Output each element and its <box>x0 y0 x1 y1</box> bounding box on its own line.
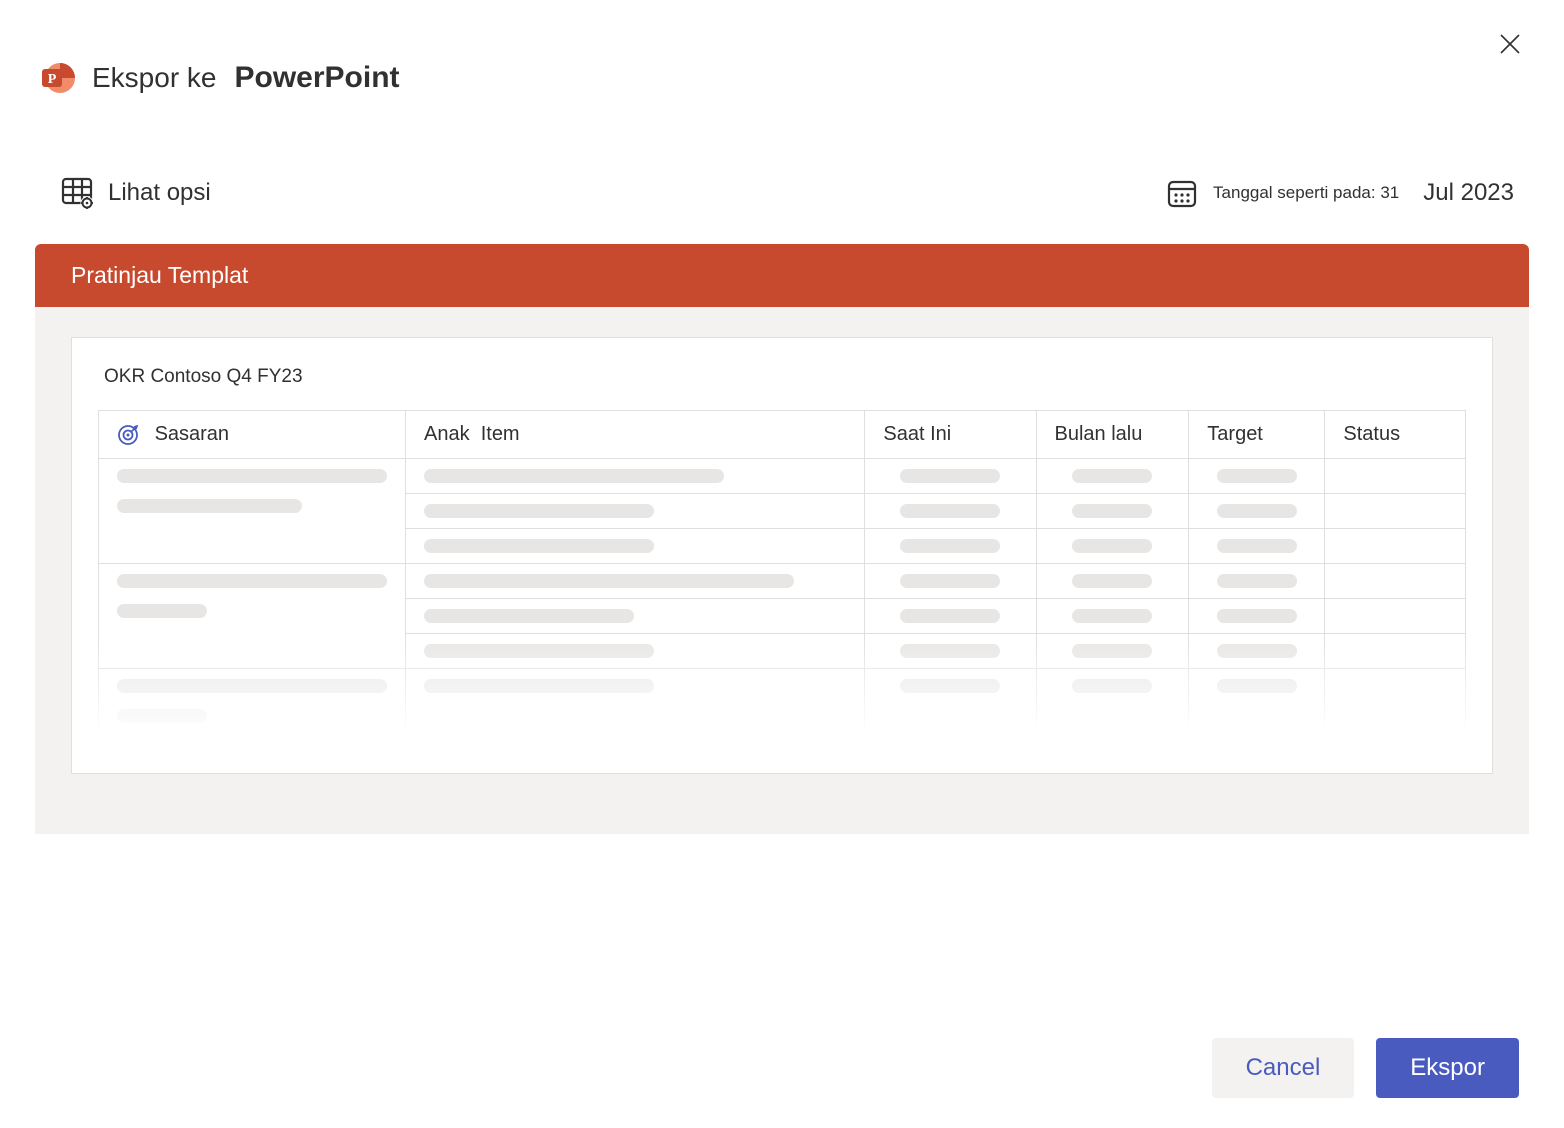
slide-preview: OKR Contoso Q4 FY23 Sasaran <box>71 337 1493 774</box>
view-options-label: Lihat opsi <box>108 179 211 207</box>
svg-text:P: P <box>48 72 57 87</box>
okr-table: Sasaran Anak Item Saat Ini Bulan lalu Ta… <box>98 410 1466 733</box>
table-row <box>99 459 1466 494</box>
date-prefix-text: Tanggal seperti pada: 31 <box>1213 183 1399 203</box>
table-header-row: Sasaran Anak Item Saat Ini Bulan lalu Ta… <box>99 411 1466 459</box>
calendar-icon <box>1165 176 1199 210</box>
col-header-status: Status <box>1325 411 1466 459</box>
powerpoint-icon: P <box>40 60 76 96</box>
col-header-target: Target <box>1189 411 1325 459</box>
preview-header: Pratinjau Templat <box>35 244 1529 307</box>
col-header-last-month: Bulan lalu <box>1036 411 1189 459</box>
col-header-current: Saat Ini <box>865 411 1036 459</box>
date-as-of[interactable]: Tanggal seperti pada: 31 Jul 2023 <box>1165 176 1514 210</box>
slide-title: OKR Contoso Q4 FY23 <box>104 366 1466 388</box>
export-button[interactable]: Ekspor <box>1376 1038 1519 1098</box>
dialog-header: P Ekspor ke PowerPoint <box>0 0 1564 96</box>
table-settings-icon <box>60 176 94 210</box>
export-to-label: Ekspor ke <box>92 62 217 94</box>
col-header-goal: Sasaran <box>99 411 406 459</box>
target-icon <box>117 424 139 446</box>
table-row <box>99 669 1466 704</box>
close-button[interactable] <box>1496 30 1524 58</box>
cancel-button[interactable]: Cancel <box>1212 1038 1355 1098</box>
toolbar: Lihat opsi Tanggal seperti pada: 31 Jul … <box>0 96 1564 230</box>
close-icon <box>1498 32 1522 56</box>
col-header-child-item: Anak Item <box>406 411 865 459</box>
dialog-footer: Cancel Ekspor <box>1212 1038 1519 1098</box>
app-name: PowerPoint <box>235 61 400 95</box>
view-options-button[interactable]: Lihat opsi <box>60 176 211 210</box>
table-row <box>99 564 1466 599</box>
template-preview-panel: Pratinjau Templat OKR Contoso Q4 FY23 <box>35 244 1529 834</box>
date-month-year: Jul 2023 <box>1423 179 1514 207</box>
